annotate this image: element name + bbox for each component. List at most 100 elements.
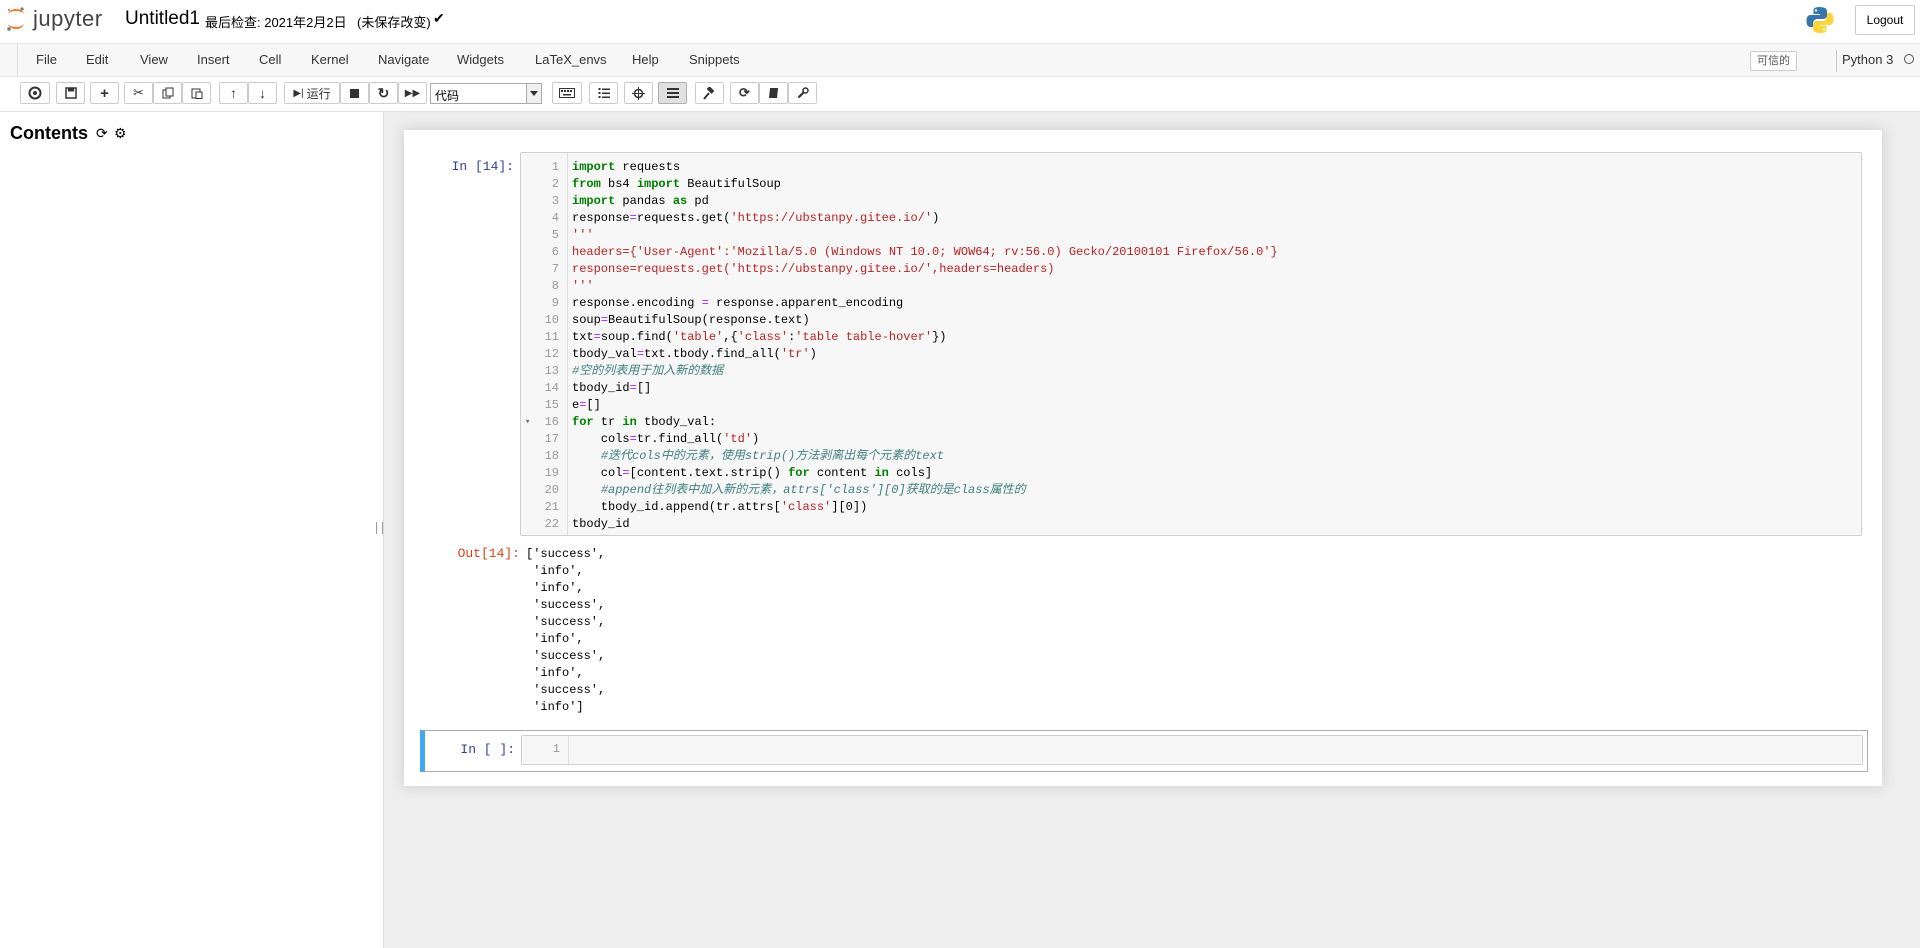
restart-icon: ↻ — [377, 84, 390, 101]
jupyter-logo[interactable]: jupyter — [5, 6, 103, 32]
chevron-down-icon[interactable] — [526, 84, 541, 103]
code-line: 5 ''' — [551, 228, 594, 242]
step-forward-icon: ▶| — [293, 87, 304, 99]
cut-button[interactable]: ✂ — [124, 82, 153, 104]
run-button-label: 运行 — [306, 86, 331, 101]
code-line: 18 #迭代cols中的元素，使用strip()方法剥离出每个元素的text — [544, 449, 945, 463]
jupyter-logo-icon — [7, 7, 24, 31]
check-icon: ✔ — [433, 10, 445, 26]
trusted-notebook-indicator[interactable]: 可信的 — [1750, 51, 1797, 71]
output-line: 'info', — [526, 581, 584, 595]
toc-toggle-button[interactable] — [20, 82, 50, 104]
wrench-icon — [797, 87, 809, 99]
output-line: 'success', — [526, 683, 606, 697]
notebook-container: In [14]: 1 import requests 2 from bs4 impo… — [404, 130, 1882, 786]
toc-sidebar: Contents ⟳ ⚙ — [0, 112, 384, 948]
input-prompt: In [ ]: — [460, 742, 515, 757]
code-line: 13 #空的列表用于加入新的数据 — [544, 364, 724, 378]
run-button[interactable]: ▶| 运行 — [284, 82, 340, 104]
toc-button[interactable] — [658, 82, 687, 104]
list-icon — [666, 88, 679, 98]
insert-cell-button[interactable]: + — [90, 82, 119, 104]
code-line: 1 import requests — [551, 160, 681, 174]
refresh-icon[interactable]: ⟳ — [96, 125, 108, 142]
bibliography-button[interactable] — [759, 82, 788, 104]
code-cell-selected[interactable]: In [ ]: 1 — [420, 730, 1868, 772]
menu-file[interactable]: File — [36, 52, 57, 67]
header: jupyter Untitled1 最后检查: 2021年2月2日 (未保存改变… — [0, 0, 1920, 43]
output-line: 'info', — [526, 666, 584, 680]
input-prompt: In [14]: — [451, 159, 514, 174]
navigate-button[interactable] — [624, 82, 653, 104]
arrow-down-icon: ↓ — [259, 85, 266, 101]
paste-button[interactable] — [182, 82, 211, 104]
menu-navigate[interactable]: Navigate — [378, 52, 429, 67]
output-line: ['success', — [526, 547, 606, 561]
gear-icon[interactable]: ⚙ — [114, 125, 127, 142]
cut-icon: ✂ — [133, 85, 144, 100]
copy-button[interactable] — [153, 82, 182, 104]
arrow-up-icon: ↑ — [230, 85, 237, 101]
menu-cell[interactable]: Cell — [259, 52, 281, 67]
code-line: 20 #append往列表中加入新的元素，attrs['class'][0]获取… — [544, 483, 1026, 497]
code-line: 7 response=requests.get('https://ubstanpy… — [551, 262, 1055, 276]
number-sections-button[interactable] — [589, 82, 618, 104]
code-line: 6 headers={'User-Agent':'Mozilla/5.0 (Win… — [551, 245, 1278, 259]
output-line: 'success', — [526, 598, 606, 612]
code-line: 11 txt=soup.find('table',{'class':'table … — [544, 330, 947, 344]
move-up-button[interactable]: ↑ — [219, 82, 248, 104]
menu-widgets[interactable]: Widgets — [457, 52, 504, 67]
output-line: 'info'] — [526, 700, 584, 714]
configure-button[interactable] — [788, 82, 817, 104]
save-button[interactable] — [56, 82, 85, 104]
restart-button[interactable]: ↻ — [369, 82, 398, 104]
python-logo-icon — [1806, 7, 1834, 33]
output-line: 'success', — [526, 615, 606, 629]
copy-icon — [162, 87, 173, 99]
logout-button[interactable]: Logout — [1855, 5, 1915, 35]
code-editor[interactable]: 1 — [521, 735, 1863, 765]
refresh-icon: ⟳ — [739, 85, 750, 100]
code-line: ▾ 16 for tr in tbody_val: — [525, 415, 717, 429]
menu-help[interactable]: Help — [632, 52, 659, 67]
code-line: 21 tbody_id.append(tr.attrs['class'][0]) — [544, 500, 868, 514]
code-line: 2 from bs4 import BeautifulSoup — [551, 177, 781, 191]
checkpoint-status: 最后检查: 2021年2月2日 — [205, 15, 347, 30]
interrupt-button[interactable] — [340, 82, 369, 104]
code-line: 12 tbody_val=txt.tbody.find_all('tr') — [544, 347, 817, 361]
refresh-references-button[interactable]: ⟳ — [730, 82, 759, 104]
menu-insert[interactable]: Insert — [197, 52, 230, 67]
code-line: 22 tbody_id — [544, 517, 630, 531]
command-palette-button[interactable] — [552, 82, 582, 104]
cell-type-select[interactable]: 代码 — [430, 83, 542, 104]
autosave-status: (未保存改变) — [357, 15, 431, 30]
crosshairs-icon — [632, 86, 645, 100]
menu-snippets[interactable]: Snippets — [689, 52, 740, 67]
code-line: 14 tbody_id=[] — [544, 381, 652, 395]
latex-tools-button[interactable] — [695, 82, 724, 104]
code-line: 9 response.encoding = response.apparent_e… — [551, 296, 904, 310]
menu-view[interactable]: View — [140, 52, 168, 67]
sidebar-resize-handle[interactable] — [376, 522, 383, 534]
code-line: 10 soup=BeautifulSoup(response.text) — [544, 313, 810, 327]
output-line: 'info', — [526, 632, 584, 646]
toc-title: Contents — [10, 123, 88, 143]
kernel-name: Python 3 — [1842, 52, 1894, 67]
restart-run-all-button[interactable]: ▶▶ — [398, 82, 427, 104]
output-line: 'info', — [526, 564, 584, 578]
keyboard-icon — [559, 88, 575, 98]
notebook-title[interactable]: Untitled1 — [125, 8, 200, 30]
code-line: 3 import pandas as pd — [551, 194, 709, 208]
cell-output: ['success', 'info', 'info', 'success', '… — [526, 546, 605, 716]
menu-latex-envs[interactable]: LaTeX_envs — [535, 52, 607, 67]
code-line: 4 response=requests.get('https://ubstanpy… — [551, 211, 940, 225]
code-editor[interactable]: 1 import requests 2 from bs4 import Beauti… — [520, 152, 1862, 536]
menu-edit[interactable]: Edit — [86, 52, 108, 67]
menu-kernel[interactable]: Kernel — [311, 52, 349, 67]
move-down-button[interactable]: ↓ — [248, 82, 277, 104]
output-prompt: Out[14]: — [457, 546, 520, 561]
code-cell[interactable]: In [14]: 1 import requests 2 from bs4 impo… — [404, 130, 1882, 720]
toolbar: + ✂ ↑ ↓ ▶| 运行 ↻ ▶▶ 代码 ⟳ — [0, 77, 1920, 112]
cell-type-value: 代码 — [435, 89, 460, 103]
stop-icon — [350, 88, 359, 98]
